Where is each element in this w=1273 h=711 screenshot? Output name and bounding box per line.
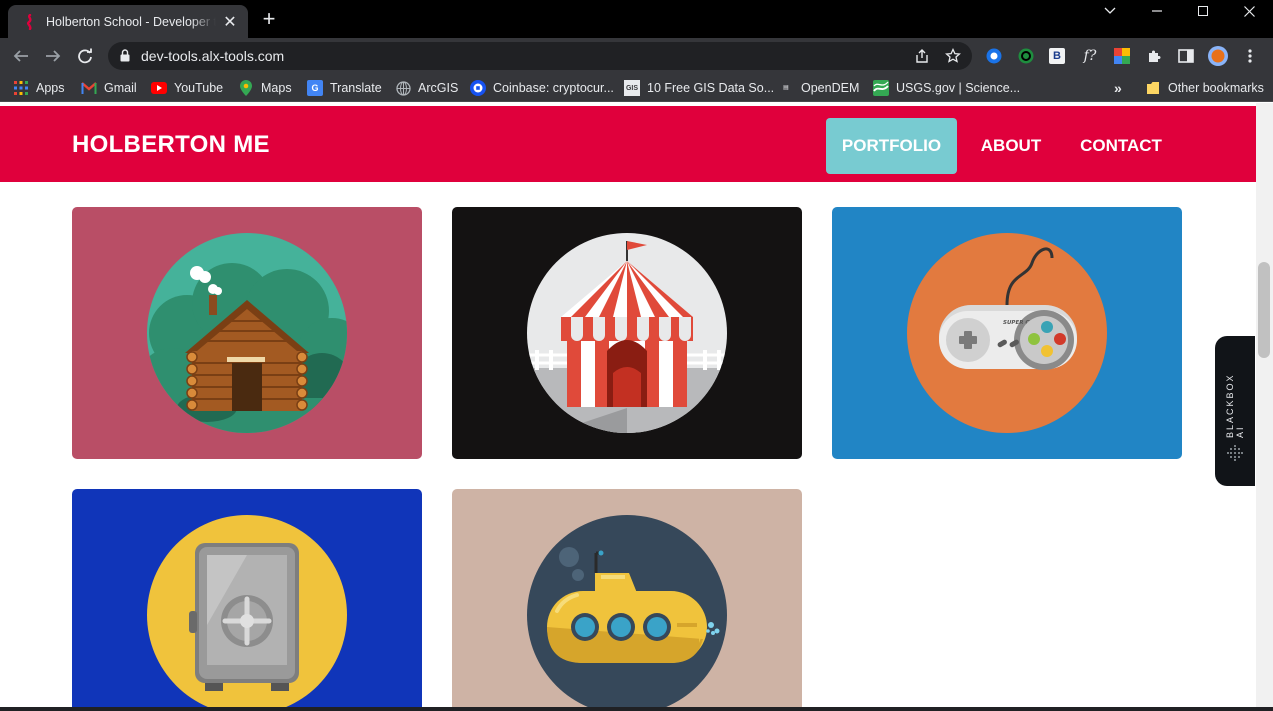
folder-icon [1145,80,1161,96]
bookmarks-overflow-icon[interactable]: » [1114,79,1122,97]
blackbox-dots-icon [1227,445,1243,461]
circus-tent-illustration [527,233,727,433]
submarine-illustration [527,515,727,707]
cabin-illustration [147,233,347,433]
bookmark-gmail[interactable]: Gmail [81,79,137,97]
bookmark-star-icon[interactable] [944,47,962,65]
site-header: HOLBERTON ME PORTFOLIO ABOUT CONTACT [0,106,1256,182]
portfolio-card-cabin[interactable] [72,207,422,459]
extension-f-icon[interactable]: f? [1081,47,1099,65]
portfolio-card-gamepad[interactable]: SUPER GAME [832,207,1182,459]
profile-avatar-icon[interactable] [1208,46,1228,66]
extension-color-icon[interactable] [1113,47,1131,65]
nav-about[interactable]: ABOUT [966,118,1056,174]
youtube-icon [151,80,167,96]
extension-green-icon[interactable] [1017,47,1035,65]
bookmark-translate[interactable]: G Translate [307,79,382,97]
page-scrollbar-thumb[interactable] [1258,262,1270,358]
blackbox-ai-label: BLACKBOX AI [1225,373,1245,438]
share-icon[interactable] [913,47,931,65]
page-content: HOLBERTON ME PORTFOLIO ABOUT CONTACT SUP… [0,103,1256,707]
bookmark-coinbase[interactable]: Coinbase: cryptocur... [470,79,614,97]
bookmarks-bar: Apps Gmail YouTube Maps G Translate ArcG… [0,74,1273,102]
opendem-icon: ▤ [783,85,789,91]
gamepad-illustration: SUPER GAME [907,233,1107,433]
maximize-icon[interactable] [1180,0,1226,22]
minimize-icon[interactable] [1134,0,1180,22]
other-bookmarks[interactable]: Other bookmarks [1145,79,1264,97]
bookmark-opendem[interactable]: ▤ OpenDEM [778,79,859,97]
extension-b-icon[interactable]: B [1049,48,1065,64]
gmail-icon [81,80,97,96]
extensions-puzzle-icon[interactable] [1145,47,1163,65]
browser-titlebar: Holberton School - Developer tools ✕ + [0,0,1273,38]
bookmark-arcgis[interactable]: ArcGIS [395,79,458,97]
back-icon[interactable] [9,44,33,68]
bookmark-youtube[interactable]: YouTube [151,79,223,97]
page-scrollbar-track[interactable] [1256,103,1273,707]
tab-search-icon[interactable] [1087,0,1133,22]
forward-icon[interactable] [41,44,65,68]
lock-icon[interactable] [120,49,130,67]
portfolio-card-circus[interactable] [452,207,802,459]
close-window-icon[interactable] [1226,0,1272,22]
bottom-edge [0,707,1273,711]
site-brand[interactable]: HOLBERTON ME [72,131,270,159]
reload-icon[interactable] [73,44,97,68]
url-text: dev-tools.alx-tools.com [141,48,285,64]
browser-tab[interactable]: Holberton School - Developer tools ✕ [8,5,248,38]
tab-title: Holberton School - Developer tools [46,14,216,29]
browser-toolbar: dev-tools.alx-tools.com B f? [0,38,1273,74]
usgs-icon [873,80,889,96]
blackbox-ai-widget[interactable]: BLACKBOX AI [1215,336,1255,486]
coinbase-icon [470,80,486,96]
nav-portfolio[interactable]: PORTFOLIO [826,118,957,174]
safe-illustration [147,515,347,707]
address-bar[interactable]: dev-tools.alx-tools.com [108,42,972,70]
translate-icon: G [307,80,323,96]
bookmark-apps[interactable]: Apps [13,79,65,97]
side-panel-icon[interactable] [1177,47,1195,65]
bookmark-maps[interactable]: Maps [238,79,292,97]
tab-close-icon[interactable]: ✕ [222,12,238,32]
menu-kebab-icon[interactable] [1241,47,1259,65]
arcgis-icon [395,80,411,96]
extension-blue-icon[interactable] [985,47,1003,65]
bookmark-usgs[interactable]: USGS.gov | Science... [873,79,1020,97]
gis-icon: GIS [624,80,640,96]
nav-contact[interactable]: CONTACT [1066,118,1176,174]
maps-icon [238,80,254,96]
portfolio-card-submarine[interactable] [452,489,802,707]
portfolio-card-safe[interactable] [72,489,422,707]
bookmark-gis-data[interactable]: GIS 10 Free GIS Data So... [624,79,774,97]
holberton-favicon-icon [24,13,36,30]
apps-grid-icon [13,80,29,96]
new-tab-icon[interactable]: + [258,8,280,31]
